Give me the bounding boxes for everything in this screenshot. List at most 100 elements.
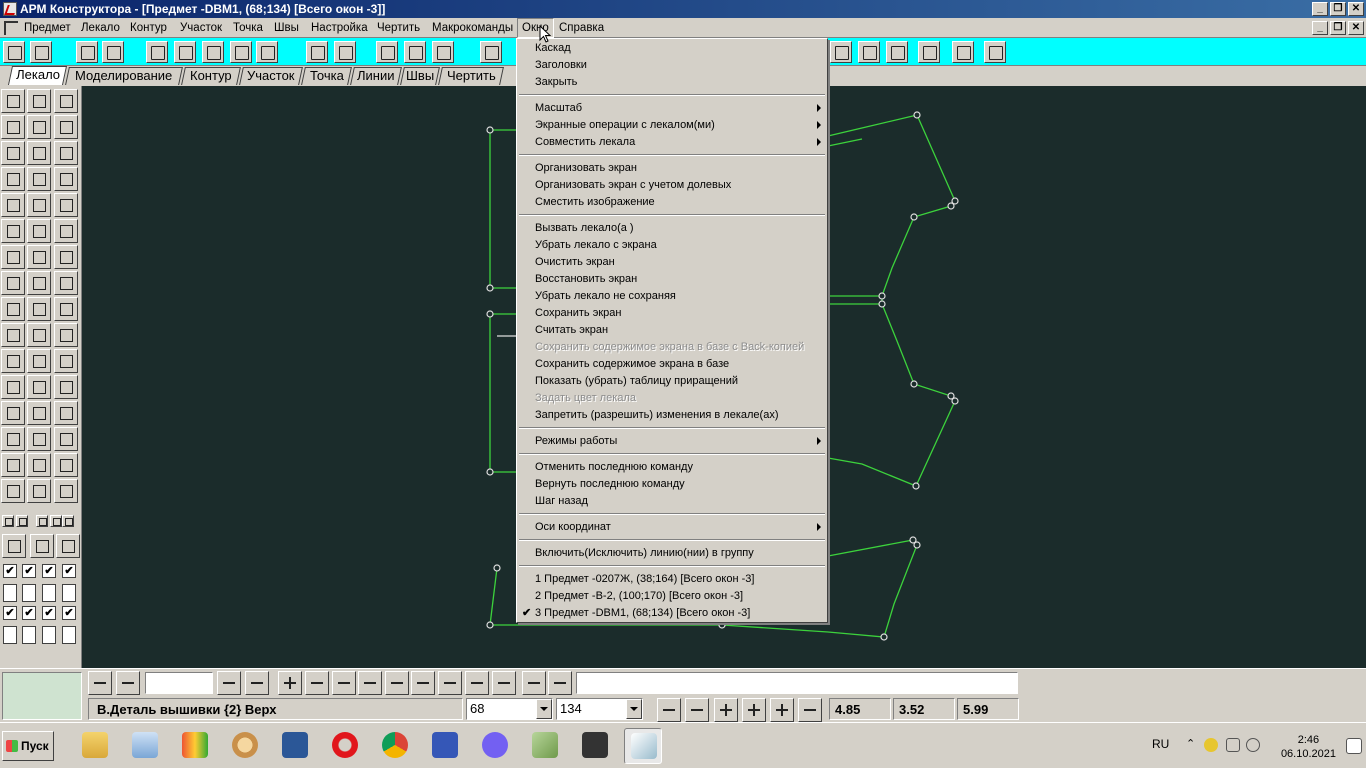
align-icon[interactable] <box>88 671 112 695</box>
window-menu-item[interactable]: Сохранить экран <box>535 305 621 322</box>
tab-chertit[interactable]: Чертить <box>438 67 504 85</box>
child-close-icon[interactable]: ✕ <box>1348 21 1364 35</box>
pattern-point[interactable] <box>486 310 494 318</box>
tool-pages-icon[interactable] <box>256 41 278 63</box>
taskbar-viber[interactable] <box>476 728 514 764</box>
palette-tool-icon[interactable] <box>54 219 78 243</box>
palette-tool-icon[interactable] <box>54 89 78 113</box>
palette-tool-icon[interactable] <box>54 167 78 191</box>
palette-tool-icon[interactable] <box>27 141 51 165</box>
palette-tool-icon[interactable] <box>1 375 25 399</box>
tool-frame-icon[interactable] <box>230 41 252 63</box>
taskbar-calculator[interactable] <box>126 728 164 764</box>
pattern-point[interactable] <box>486 621 494 629</box>
restore-icon[interactable]: ❐ <box>1330 2 1346 16</box>
menu-nastroyka[interactable]: Настройка <box>307 18 372 38</box>
palette-checkbox[interactable]: ✔ <box>42 564 56 578</box>
window-menu-item[interactable]: Считать экран <box>535 322 608 339</box>
palette-tool-icon[interactable] <box>27 219 51 243</box>
tray-expand-icon[interactable]: ⌃ <box>1186 737 1195 750</box>
tab-lekalo[interactable]: Лекало <box>7 66 68 85</box>
palette-checkbox[interactable]: ✔ <box>3 606 17 620</box>
window-menu-item[interactable]: Убрать лекало не сохраняя <box>535 288 676 305</box>
taskbar-save-app[interactable] <box>426 728 464 764</box>
tool-boot-icon[interactable] <box>830 41 852 63</box>
l-shape-icon[interactable] <box>332 671 356 695</box>
palette-small-icon[interactable] <box>2 515 14 527</box>
tool-split-icon[interactable] <box>306 41 328 63</box>
window-menu-item[interactable]: Восстановить экран <box>535 271 637 288</box>
palette-tool-icon[interactable] <box>27 115 51 139</box>
tab-modelirovanie[interactable]: Моделирование <box>65 67 183 85</box>
plus-icon[interactable] <box>278 671 302 695</box>
tool-mirror-icon[interactable] <box>174 41 196 63</box>
pattern-point[interactable] <box>878 300 886 308</box>
palette-tool-icon[interactable] <box>56 534 80 558</box>
taskbar-opera[interactable] <box>326 728 364 764</box>
tool-sleeve-icon[interactable] <box>886 41 908 63</box>
palette-tool-icon[interactable] <box>54 375 78 399</box>
window-menu-item[interactable]: Показать (убрать) таблицу приращений <box>535 373 738 390</box>
diagonal-icon[interactable] <box>385 671 409 695</box>
pattern-point[interactable] <box>912 482 920 490</box>
tool-vertical-icon[interactable] <box>480 41 502 63</box>
window-menu-item[interactable]: 1 Предмет -0207Ж, (38;164) [Всего окон -… <box>535 571 754 588</box>
palette-small-tool[interactable] <box>62 584 76 602</box>
palette-tool-icon[interactable] <box>1 427 25 451</box>
fork-icon[interactable] <box>438 671 462 695</box>
palette-tool-icon[interactable] <box>1 219 25 243</box>
palette-checkbox[interactable]: ✔ <box>3 564 17 578</box>
palette-small-icon[interactable] <box>36 515 48 527</box>
chevron-down-icon[interactable] <box>536 699 552 719</box>
palette-tool-icon[interactable] <box>27 245 51 269</box>
calculator-icon[interactable] <box>522 671 546 695</box>
tool-pencil-icon[interactable] <box>3 41 25 63</box>
window-menu-item[interactable]: Отменить последнюю команду <box>535 459 693 476</box>
command-input[interactable] <box>576 672 1018 694</box>
palette-tool-icon[interactable] <box>1 401 25 425</box>
axis-icon[interactable] <box>714 698 738 722</box>
pattern-point[interactable] <box>913 111 921 119</box>
taskbar-paint-brushes[interactable] <box>176 728 214 764</box>
palette-small-tool[interactable] <box>22 626 36 644</box>
app-icon[interactable] <box>3 2 17 16</box>
update-icon[interactable] <box>1204 738 1218 752</box>
taskbar-pattern-app[interactable] <box>526 728 564 764</box>
window-menu-item[interactable]: Вызвать лекало(а ) <box>535 220 634 237</box>
palette-tool-icon[interactable] <box>27 453 51 477</box>
palette-tool-icon[interactable] <box>54 453 78 477</box>
window-menu-item[interactable]: Организовать экран <box>535 160 637 177</box>
palette-tool-icon[interactable] <box>54 323 78 347</box>
language-indicator[interactable]: RU <box>1152 737 1169 751</box>
menu-predmet[interactable]: Предмет <box>20 18 75 38</box>
palette-small-icon[interactable] <box>16 515 28 527</box>
palette-tool-icon[interactable] <box>27 193 51 217</box>
tool-spiral-icon[interactable] <box>858 41 880 63</box>
palette-tool-icon[interactable] <box>1 323 25 347</box>
child-minimize-icon[interactable]: _ <box>1312 21 1328 35</box>
menu-spravka[interactable]: Справка <box>555 18 608 38</box>
window-menu-item[interactable]: Совместить лекала <box>535 134 635 151</box>
taskbar-arm-konstruktor[interactable] <box>624 728 662 764</box>
palette-tool-icon[interactable] <box>54 479 78 503</box>
palette-tool-icon[interactable] <box>54 115 78 139</box>
tool-list-icon[interactable] <box>76 41 98 63</box>
menu-makrokomandy[interactable]: Макрокоманды <box>428 18 517 38</box>
command-field-small[interactable] <box>145 672 213 694</box>
palette-tool-icon[interactable] <box>1 453 25 477</box>
window-menu-item[interactable]: Сохранить содержимое экрана в базе <box>535 356 729 373</box>
child-window-icon[interactable] <box>4 21 18 35</box>
palette-tool-icon[interactable] <box>54 401 78 425</box>
palette-tool-icon[interactable] <box>1 479 25 503</box>
window-menu-item[interactable]: Оси координат <box>535 519 611 536</box>
window-menu-item[interactable]: Шаг назад <box>535 493 588 510</box>
palette-small-tool[interactable] <box>22 584 36 602</box>
window-menu-item[interactable]: Закрыть <box>535 74 577 91</box>
taskbar-chrome[interactable] <box>376 728 414 764</box>
palette-tool-icon[interactable] <box>27 297 51 321</box>
minimize-icon[interactable]: _ <box>1312 2 1328 16</box>
pattern-point[interactable] <box>486 126 494 134</box>
palette-tool-icon[interactable] <box>54 245 78 269</box>
palette-tool-icon[interactable] <box>27 323 51 347</box>
window-menu-item[interactable]: 2 Предмет -В-2, (100;170) [Всего окон -3… <box>535 588 743 605</box>
